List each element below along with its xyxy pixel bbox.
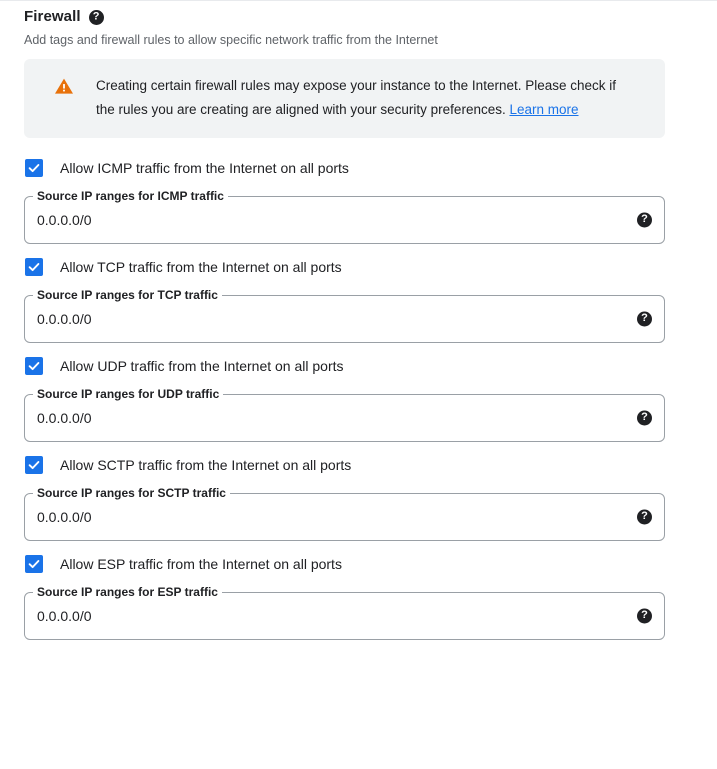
allow-tcp-checkbox[interactable] <box>25 258 43 276</box>
icmp-source-ip-help-icon[interactable]: ? <box>637 212 652 228</box>
esp-source-ip-help-icon[interactable]: ? <box>637 608 652 624</box>
rule-group-tcp: Allow TCP traffic from the Internet on a… <box>0 254 717 343</box>
warning-message: Creating certain firewall rules may expo… <box>96 74 626 122</box>
icmp-source-ip-field[interactable]: Source IP ranges for ICMP traffic ? <box>24 188 665 244</box>
allow-sctp-label: Allow SCTP traffic from the Internet on … <box>60 457 352 473</box>
allow-icmp-checkbox-row[interactable]: Allow ICMP traffic from the Internet on … <box>0 155 717 181</box>
firewall-settings-panel: Firewall ? Add tags and firewall rules t… <box>0 0 717 769</box>
rule-group-esp: Allow ESP traffic from the Internet on a… <box>0 551 717 640</box>
firewall-warning-banner: Creating certain firewall rules may expo… <box>24 59 665 138</box>
allow-esp-checkbox[interactable] <box>25 555 43 573</box>
tcp-source-ip-input[interactable] <box>37 295 617 343</box>
rule-group-udp: Allow UDP traffic from the Internet on a… <box>0 353 717 442</box>
warning-triangle-icon <box>54 76 74 96</box>
firewall-help-icon[interactable]: ? <box>88 9 104 25</box>
allow-icmp-label: Allow ICMP traffic from the Internet on … <box>60 160 349 176</box>
icmp-source-ip-input[interactable] <box>37 196 617 244</box>
udp-source-ip-help-icon[interactable]: ? <box>637 410 652 426</box>
allow-icmp-checkbox[interactable] <box>25 159 43 177</box>
esp-source-ip-field[interactable]: Source IP ranges for ESP traffic ? <box>24 584 665 640</box>
udp-source-ip-input[interactable] <box>37 394 617 442</box>
tcp-source-ip-field[interactable]: Source IP ranges for TCP traffic ? <box>24 287 665 343</box>
allow-tcp-label: Allow TCP traffic from the Internet on a… <box>60 259 342 275</box>
sctp-source-ip-help-icon[interactable]: ? <box>637 509 652 525</box>
page-title: Firewall <box>24 8 81 25</box>
allow-esp-label: Allow ESP traffic from the Internet on a… <box>60 556 342 572</box>
allow-esp-checkbox-row[interactable]: Allow ESP traffic from the Internet on a… <box>0 551 717 577</box>
sctp-source-ip-input[interactable] <box>37 493 617 541</box>
firewall-rules-list: Allow ICMP traffic from the Internet on … <box>0 155 717 640</box>
rule-group-sctp: Allow SCTP traffic from the Internet on … <box>0 452 717 541</box>
learn-more-link[interactable]: Learn more <box>509 102 578 117</box>
allow-sctp-checkbox[interactable] <box>25 456 43 474</box>
section-header: Firewall ? <box>0 1 717 27</box>
allow-sctp-checkbox-row[interactable]: Allow SCTP traffic from the Internet on … <box>0 452 717 478</box>
section-subtitle: Add tags and firewall rules to allow spe… <box>24 33 438 47</box>
udp-source-ip-field[interactable]: Source IP ranges for UDP traffic ? <box>24 386 665 442</box>
esp-source-ip-input[interactable] <box>37 592 617 640</box>
allow-udp-label: Allow UDP traffic from the Internet on a… <box>60 358 344 374</box>
sctp-source-ip-field[interactable]: Source IP ranges for SCTP traffic ? <box>24 485 665 541</box>
tcp-source-ip-help-icon[interactable]: ? <box>637 311 652 327</box>
allow-tcp-checkbox-row[interactable]: Allow TCP traffic from the Internet on a… <box>0 254 717 280</box>
allow-udp-checkbox-row[interactable]: Allow UDP traffic from the Internet on a… <box>0 353 717 379</box>
rule-group-icmp: Allow ICMP traffic from the Internet on … <box>0 155 717 244</box>
allow-udp-checkbox[interactable] <box>25 357 43 375</box>
